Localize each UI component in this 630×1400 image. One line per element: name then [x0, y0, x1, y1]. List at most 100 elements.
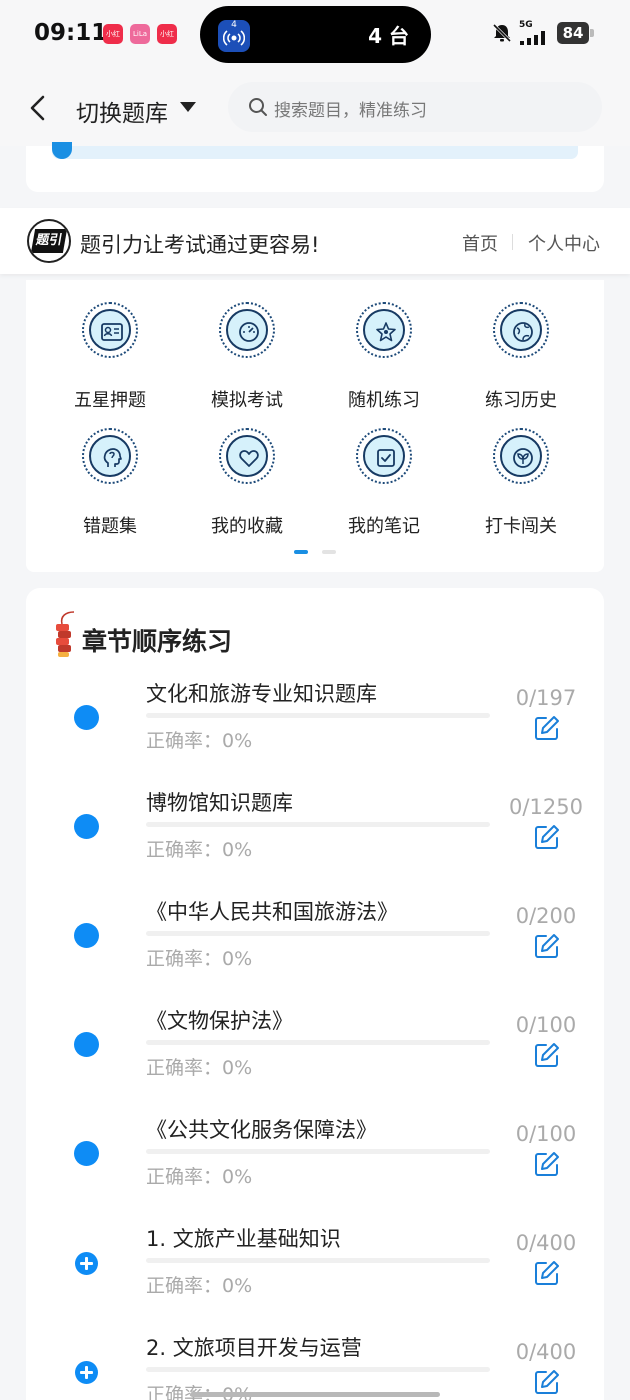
chevron-down-icon[interactable]	[180, 102, 196, 112]
accuracy-rate: 正确率：0%	[146, 1166, 253, 1188]
mute-bell-icon	[492, 23, 512, 43]
chapter-row[interactable]: 文化和旅游专业知识题库 正确率：0% 0/197	[26, 678, 604, 787]
star-network-icon	[356, 302, 412, 358]
checkbox-note-icon	[356, 428, 412, 484]
dynamic-island[interactable]: 4 4 台	[200, 6, 431, 63]
chapter-progress-bar	[146, 1258, 490, 1263]
chapter-title[interactable]: 《公共文化服务保障法》	[146, 1114, 377, 1144]
feature-label: 错题集	[83, 516, 137, 537]
feature-notes[interactable]: 我的笔记	[324, 428, 444, 538]
edit-icon[interactable]	[534, 1369, 560, 1395]
carousel-dot[interactable]	[322, 550, 336, 554]
edit-icon[interactable]	[534, 933, 560, 959]
edit-icon[interactable]	[534, 1260, 560, 1286]
feature-mock-exam[interactable]: 模拟考试	[187, 302, 307, 412]
id-card-icon	[82, 302, 138, 358]
chapter-title[interactable]: 《中华人民共和国旅游法》	[146, 896, 398, 926]
signal-icon	[520, 31, 545, 45]
chapter-row[interactable]: 《中华人民共和国旅游法》 正确率：0% 0/200	[26, 896, 604, 1005]
chapter-progress-bar	[146, 1149, 490, 1154]
brand-banner: 题引力 题引力让考试通过更容易! 首页 个人中心	[0, 208, 630, 274]
head-profile-icon	[82, 428, 138, 484]
chapter-title[interactable]: 文化和旅游专业知识题库	[146, 678, 377, 708]
chapter-title[interactable]: 1. 文旅产业基础知识	[146, 1223, 341, 1253]
island-badge: 4	[231, 20, 237, 30]
edit-icon[interactable]	[534, 715, 560, 741]
globe-history-icon	[493, 302, 549, 358]
home-link[interactable]: 首页	[462, 230, 498, 256]
section-title: 章节顺序练习	[82, 627, 233, 656]
chapter-row[interactable]: 《文物保护法》 正确率：0% 0/100	[26, 1005, 604, 1114]
chapter-row[interactable]: 博物馆知识题库 正确率：0% 0/1250	[26, 787, 604, 896]
feature-label: 随机练习	[348, 390, 420, 411]
gauge-icon	[219, 302, 275, 358]
personal-center-link[interactable]: 个人中心	[528, 230, 600, 256]
question-count: 0/197	[515, 686, 577, 710]
feature-wrong-questions[interactable]: 错题集	[50, 428, 170, 538]
edit-icon[interactable]	[534, 824, 560, 850]
search-placeholder: 搜索题目，精准练习	[274, 101, 427, 121]
logo-text: 题引力	[30, 229, 68, 261]
link-divider	[512, 234, 513, 250]
search-input[interactable]: 搜索题目，精准练习	[228, 82, 602, 132]
accuracy-rate: 正确率：0%	[146, 1275, 253, 1297]
question-count: 0/100	[515, 1122, 577, 1146]
chapter-dot	[74, 705, 99, 730]
chapter-dot	[74, 814, 99, 839]
switch-bank-title[interactable]: 切换题库	[76, 94, 168, 128]
chapter-title[interactable]: 2. 文旅项目开发与运营	[146, 1332, 362, 1362]
feature-random-practice[interactable]: 随机练习	[324, 302, 444, 412]
status-bar: 09:11 小红书 LiLa 小红书 4 4 台 5G 84	[0, 0, 630, 70]
search-icon	[249, 98, 267, 116]
chapter-dot	[74, 1032, 99, 1057]
accuracy-rate: 正确率：0%	[146, 839, 253, 861]
feature-label: 五星押题	[74, 390, 146, 411]
brand-logo[interactable]: 题引力	[27, 219, 71, 263]
home-indicator[interactable]	[190, 1392, 440, 1397]
status-time: 09:11	[34, 20, 108, 46]
progress-card	[26, 142, 604, 192]
notification-app-icon: LiLa	[130, 24, 150, 44]
heart-icon	[219, 428, 275, 484]
feature-label: 我的笔记	[348, 516, 420, 537]
carousel-dot-active[interactable]	[294, 550, 308, 554]
edit-icon[interactable]	[534, 1042, 560, 1068]
chapter-row[interactable]: 2. 文旅项目开发与运营 正确率：0% 0/400	[26, 1332, 604, 1400]
feature-check-in[interactable]: 打卡闯关	[461, 428, 581, 538]
question-count: 0/1250	[509, 795, 583, 819]
feature-label: 打卡闯关	[485, 516, 557, 537]
leaf-badge-icon	[493, 428, 549, 484]
battery-indicator: 84	[557, 22, 589, 44]
island-text: 4 台	[368, 24, 409, 48]
progress-track	[52, 146, 578, 159]
expand-plus-icon[interactable]	[75, 1361, 98, 1384]
feature-five-star[interactable]: 五星押题	[50, 302, 170, 412]
chapter-row[interactable]: 《公共文化服务保障法》 正确率：0% 0/100	[26, 1114, 604, 1223]
chapter-progress-bar	[146, 713, 490, 718]
notification-app-icon: 小红书	[157, 24, 177, 44]
expand-plus-icon[interactable]	[75, 1252, 98, 1275]
brand-slogan: 题引力让考试通过更容易!	[80, 233, 320, 257]
question-count: 0/100	[515, 1013, 577, 1037]
question-count: 0/400	[515, 1340, 577, 1364]
feature-grid: 五星押题 模拟考试 随机练习 练习历史 错题集 我的收藏 我的笔记 打卡闯关	[26, 280, 604, 572]
chapter-title[interactable]: 博物馆知识题库	[146, 787, 293, 817]
accuracy-rate: 正确率：0%	[146, 948, 253, 970]
notification-app-icon: 小红书	[103, 24, 123, 44]
network-type: 5G	[519, 20, 533, 30]
chapter-title[interactable]: 《文物保护法》	[146, 1005, 293, 1035]
chapter-dot	[74, 923, 99, 948]
accuracy-rate: 正确率：0%	[146, 730, 253, 752]
edit-icon[interactable]	[534, 1151, 560, 1177]
chapter-dot	[74, 1141, 99, 1166]
accuracy-rate: 正确率：0%	[146, 1380, 252, 1400]
feature-favorites[interactable]: 我的收藏	[187, 428, 307, 538]
firecracker-icon	[56, 611, 75, 657]
back-arrow-icon[interactable]	[26, 94, 50, 122]
question-count: 0/200	[515, 904, 577, 928]
feature-label: 练习历史	[485, 390, 557, 411]
chapter-row[interactable]: 1. 文旅产业基础知识 正确率：0% 0/400	[26, 1223, 604, 1332]
feature-label: 我的收藏	[211, 516, 283, 537]
question-count: 0/400	[515, 1231, 577, 1255]
feature-practice-history[interactable]: 练习历史	[461, 302, 581, 412]
